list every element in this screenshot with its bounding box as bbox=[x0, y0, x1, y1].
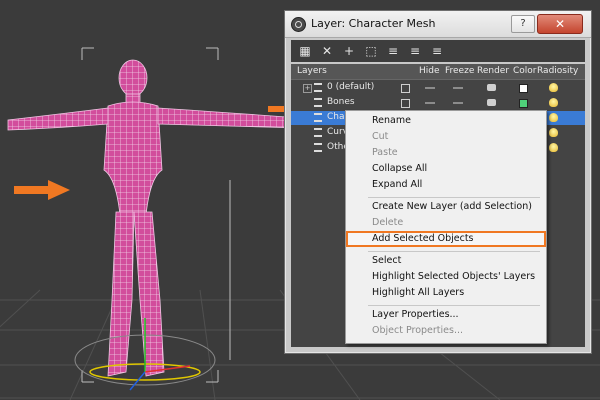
bulb-icon[interactable] bbox=[549, 143, 558, 152]
menu-separator bbox=[368, 197, 540, 198]
column-header: Layers Hide Freeze Render Color Radiosit… bbox=[291, 64, 585, 80]
menu-separator bbox=[368, 251, 540, 252]
active-checkbox[interactable] bbox=[401, 99, 410, 108]
col-color[interactable]: Color bbox=[513, 66, 537, 76]
layer-name: 0 (default) bbox=[327, 82, 375, 92]
freeze-toggle[interactable] bbox=[453, 102, 463, 104]
dialog-titlebar[interactable]: Layer: Character Mesh ? ✕ bbox=[285, 11, 591, 38]
col-render[interactable]: Render bbox=[477, 66, 509, 76]
select-objects-icon[interactable]: ⬚ bbox=[363, 43, 379, 59]
layer-icon bbox=[314, 143, 322, 152]
freeze-toggle[interactable] bbox=[453, 87, 463, 89]
bulb-icon[interactable] bbox=[549, 113, 558, 122]
menu-item-layer-properties[interactable]: Layer Properties... bbox=[346, 307, 546, 323]
close-button[interactable]: ✕ bbox=[537, 14, 583, 34]
delete-icon[interactable]: ✕ bbox=[319, 43, 335, 59]
help-button[interactable]: ? bbox=[511, 15, 535, 33]
menu-item-object-properties: Object Properties... bbox=[372, 325, 464, 336]
menu-item-delete: Delete bbox=[372, 217, 404, 228]
menu-item-highlight-all[interactable]: Highlight All Layers bbox=[346, 285, 546, 301]
menu-item-highlight-selected[interactable]: Highlight Selected Objects' Layers bbox=[346, 269, 546, 285]
layer-row[interactable]: Bones bbox=[291, 96, 585, 110]
teapot-icon[interactable] bbox=[487, 99, 496, 106]
expand-icon[interactable]: + bbox=[303, 84, 312, 93]
annotation-arrow-viewport bbox=[14, 180, 70, 200]
layer-name: Bones bbox=[327, 97, 355, 107]
menu-item-select[interactable]: Select bbox=[346, 253, 546, 269]
bulb-icon[interactable] bbox=[549, 98, 558, 107]
col-hide[interactable]: Hide bbox=[419, 66, 440, 76]
layer-icon bbox=[314, 98, 322, 107]
menu-item-paste: Paste bbox=[372, 147, 398, 158]
layer-toolbar: ▦ ✕ + ⬚ ≡ ≡ ≡ bbox=[291, 40, 585, 62]
character-mesh[interactable] bbox=[7, 59, 301, 377]
col-freeze[interactable]: Freeze bbox=[445, 66, 474, 76]
menu-item-cut: Cut bbox=[372, 131, 389, 142]
layer-manager-icon[interactable]: ▦ bbox=[297, 43, 313, 59]
teapot-icon[interactable] bbox=[487, 84, 496, 91]
highlight-icon[interactable]: ≡ bbox=[385, 43, 401, 59]
layer-icon bbox=[314, 128, 322, 137]
transform-gizmo[interactable] bbox=[74, 318, 216, 391]
menu-item-add-selected-objects[interactable]: Add Selected Objects bbox=[346, 231, 546, 247]
dialog-title: Layer: Character Mesh bbox=[311, 17, 436, 30]
active-checkbox[interactable] bbox=[401, 84, 410, 93]
layer-icon bbox=[314, 113, 322, 122]
color-swatch[interactable] bbox=[519, 99, 528, 108]
app-icon bbox=[291, 17, 306, 32]
col-layers[interactable]: Layers bbox=[297, 66, 327, 76]
menu-item-create-new-layer[interactable]: Create New Layer (add Selection) bbox=[346, 199, 546, 215]
freeze-icon[interactable]: ≡ bbox=[429, 43, 445, 59]
menu-item-collapse-all[interactable]: Collapse All bbox=[346, 161, 546, 177]
hide-toggle[interactable] bbox=[425, 102, 435, 104]
layer-row[interactable]: + 0 (default) bbox=[291, 81, 585, 95]
menu-separator bbox=[368, 305, 540, 306]
menu-item-rename[interactable]: Rename bbox=[346, 113, 546, 129]
color-swatch[interactable] bbox=[519, 84, 528, 93]
menu-item-expand-all[interactable]: Expand All bbox=[346, 177, 546, 193]
hide-toggle[interactable] bbox=[425, 87, 435, 89]
bulb-icon[interactable] bbox=[549, 128, 558, 137]
context-menu: Rename Cut Paste Collapse All Expand All… bbox=[345, 110, 547, 344]
bulb-icon[interactable] bbox=[549, 83, 558, 92]
hide-icon[interactable]: ≡ bbox=[407, 43, 423, 59]
layer-icon bbox=[314, 83, 322, 92]
add-icon[interactable]: + bbox=[341, 43, 357, 59]
col-radiosity[interactable]: Radiosity bbox=[537, 66, 578, 76]
